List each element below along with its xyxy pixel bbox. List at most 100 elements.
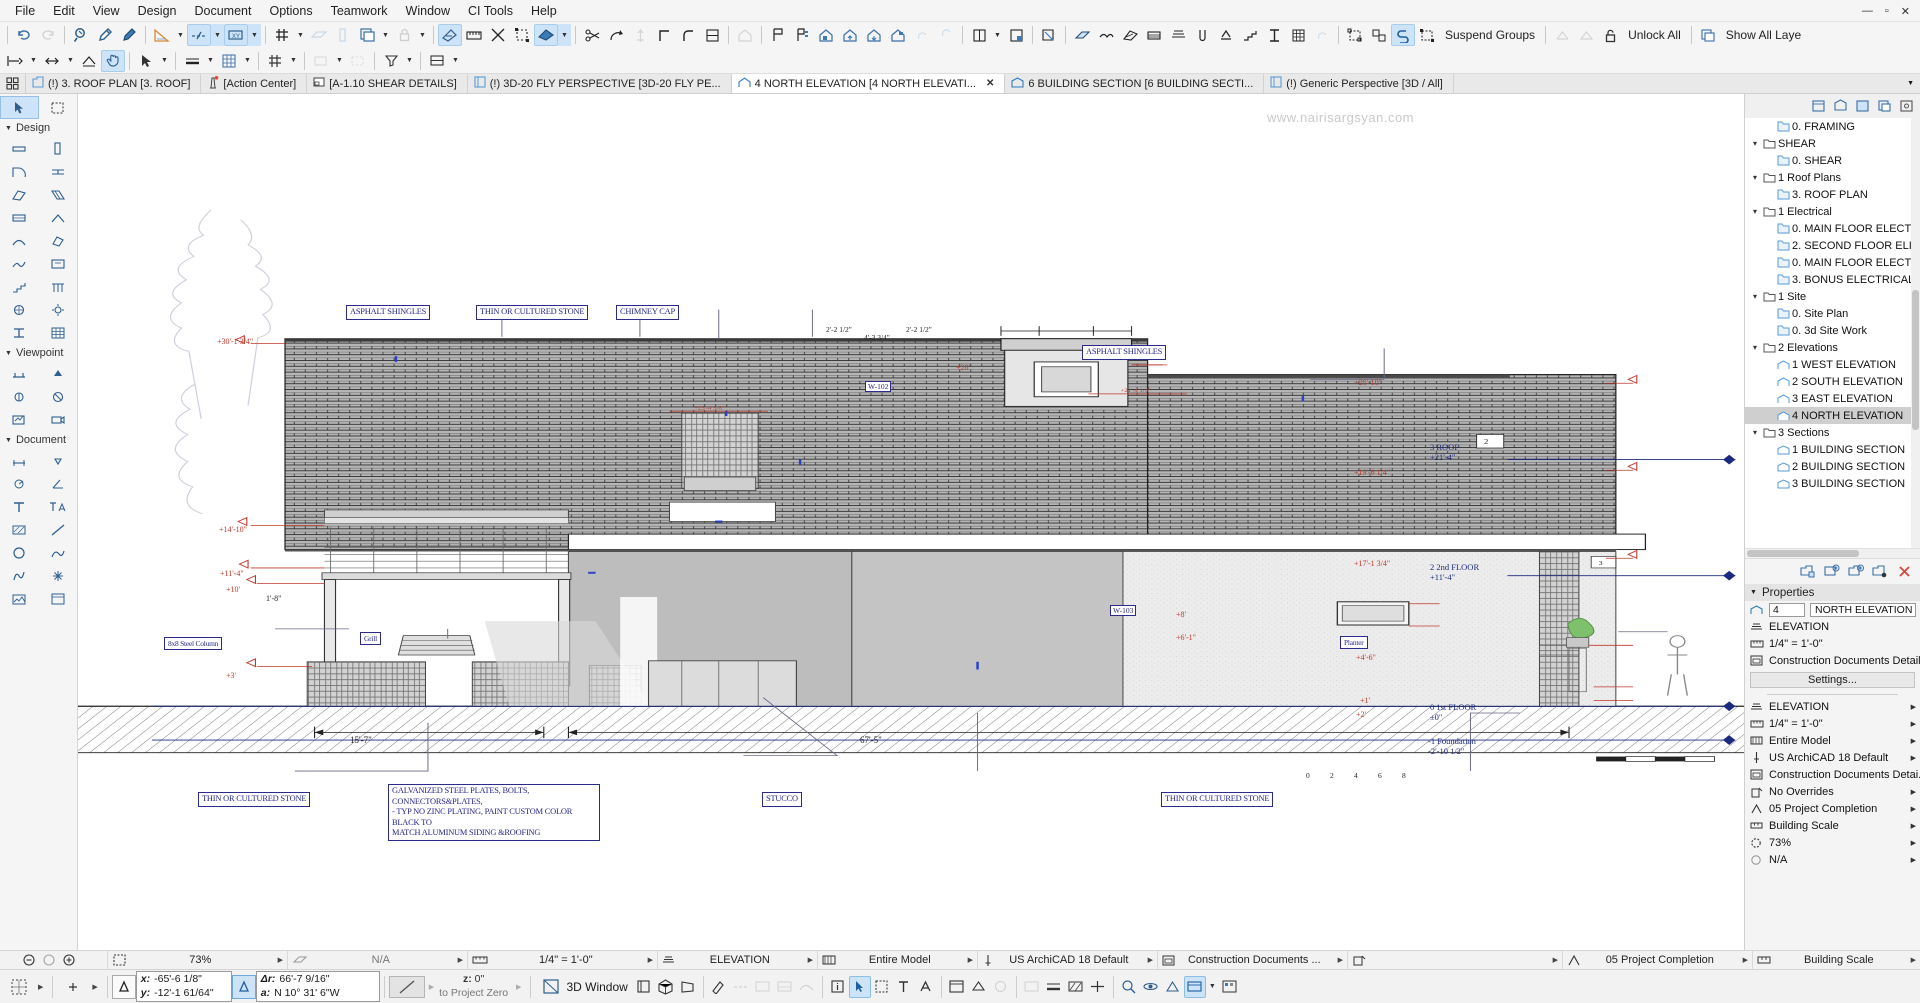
snap-guide-icon[interactable] — [8, 976, 30, 998]
arrow-left-step-icon[interactable] — [3, 50, 27, 72]
tree-item-0-3d-site-work[interactable]: 0. 3d Site Work — [1745, 322, 1920, 339]
tool-elevation-icon[interactable] — [39, 362, 78, 385]
tool-polyline-icon[interactable] — [39, 541, 78, 564]
selection-tool-icon[interactable] — [848, 975, 871, 998]
tool-slab-icon[interactable] — [1142, 24, 1166, 46]
tab-generic-perspective[interactable]: (!) Generic Perspective [3D / All] — [1264, 74, 1454, 93]
tree-item-3-roof-plan[interactable]: 3. ROOF PLAN — [1745, 186, 1920, 203]
tool-roof-icon[interactable] — [1094, 24, 1118, 46]
tool-circle-icon[interactable] — [0, 541, 39, 564]
chevron-right-icon[interactable]: ▶ — [1911, 856, 1920, 864]
fill-display-icon[interactable] — [1065, 976, 1087, 998]
grid-toggle-dropdown-icon[interactable]: ▼ — [287, 50, 300, 72]
quick-options-dropdown-icon[interactable]: ▼ — [1206, 976, 1219, 998]
delete-icon[interactable] — [1894, 562, 1914, 582]
true-line-weight-icon[interactable] — [1043, 976, 1065, 998]
angle-guide-dropdown-icon[interactable]: ▼ — [174, 24, 187, 46]
graphic-override-dropdown-icon[interactable]: ▼ — [449, 50, 462, 72]
chevron-right-icon[interactable]: ▶ — [425, 983, 434, 991]
hide-elements-icon[interactable] — [1550, 24, 1574, 46]
note-callout[interactable]: ASPHALT SHINGLES — [346, 305, 431, 320]
story-down-icon[interactable] — [814, 24, 838, 46]
fill-pattern-icon[interactable] — [752, 976, 774, 998]
merge-icon[interactable] — [700, 24, 724, 46]
tab-grid-icon[interactable] — [0, 74, 26, 93]
slope-field[interactable] — [388, 975, 425, 998]
tab-fly-perspective[interactable]: (!) 3D-20 FLY PERSPECTIVE [3D-20 FLY PE.… — [467, 74, 732, 93]
story-top-icon[interactable] — [886, 24, 910, 46]
adjust-icon[interactable] — [604, 24, 628, 46]
xy-coordinate-display[interactable]: x: -65'-6 1/8" y: -12'-1 61/64" — [135, 971, 232, 1002]
tree-item-shear[interactable]: ▾ SHEAR — [1745, 135, 1920, 152]
menu-item-design[interactable]: Design — [129, 2, 186, 20]
explore-icon[interactable] — [1162, 976, 1184, 998]
tool-skylight-icon[interactable] — [0, 183, 39, 206]
measure-tool-icon[interactable] — [69, 24, 93, 46]
lock-dropdown-icon[interactable]: ▼ — [416, 24, 429, 46]
chevron-right-icon[interactable]: ▶ — [1911, 754, 1920, 762]
property-row-us-archicad-18-default[interactable]: US ArchiCAD 18 Default ▶ — [1745, 749, 1920, 766]
tab-north-elevation[interactable]: 4 NORTH ELEVATION [4 NORTH ELEVATI... ✕ — [731, 74, 1006, 93]
tool-text-icon[interactable] — [0, 495, 39, 518]
tab-roof-plan[interactable]: (!) 3. ROOF PLAN [3. ROOF] — [26, 74, 202, 93]
chevron-right-icon[interactable]: ▶ — [1911, 703, 1920, 711]
toolbox-section-design[interactable]: ▼ Design — [0, 119, 77, 137]
chevron-down-icon[interactable]: ▾ — [1749, 207, 1761, 216]
slab-display-icon[interactable] — [307, 24, 331, 46]
model-filter-combo[interactable]: Entire Model ▶ — [818, 950, 978, 970]
tool-column-icon[interactable] — [1190, 24, 1214, 46]
tool-line-icon[interactable] — [39, 518, 78, 541]
show-all-layers-icon[interactable] — [1696, 24, 1720, 46]
suspend-groups-toggle-icon[interactable] — [1391, 24, 1415, 46]
chevron-right-icon[interactable]: ▶ — [1739, 956, 1748, 964]
fillet-icon[interactable] — [676, 24, 700, 46]
coordinate-origin-icon[interactable]: XY — [224, 24, 248, 46]
navigator-settings-icon[interactable] — [1896, 96, 1916, 116]
group-select-icon[interactable] — [510, 24, 534, 46]
tree-item-3-east-elevation[interactable]: 3 EAST ELEVATION — [1745, 390, 1920, 407]
layer-combo[interactable]: N/A ▶ — [288, 950, 468, 970]
element-info-icon[interactable] — [827, 976, 849, 998]
window-tile-dropdown-icon[interactable]: ▼ — [991, 24, 1004, 46]
tab-building-section[interactable]: 6 BUILDING SECTION [6 BUILDING SECTI... — [1005, 74, 1265, 93]
drawing-canvas[interactable]: www.nairisargsyan.com 2 3 +23'-4 3/8" +2… — [78, 94, 1744, 950]
properties-header[interactable]: ▼ Properties — [1745, 584, 1920, 601]
override-combo[interactable]: ▶ — [1348, 950, 1563, 970]
text-style-icon[interactable] — [893, 976, 915, 998]
chevron-down-icon[interactable]: ▼ — [1907, 80, 1914, 87]
trace-compare-icon[interactable] — [346, 50, 370, 72]
minimize-icon[interactable]: — — [1862, 5, 1873, 17]
chevron-right-icon[interactable]: ▶ — [1549, 956, 1558, 964]
grid-dropdown-icon[interactable]: ▼ — [294, 24, 307, 46]
orbit-icon[interactable] — [1140, 976, 1162, 998]
tool-stair-icon[interactable] — [0, 275, 39, 298]
tool-level-dimension-icon[interactable] — [39, 449, 78, 472]
note-callout[interactable]: ASPHALT SHINGLES — [1082, 345, 1167, 360]
tool-door-icon[interactable] — [0, 160, 39, 183]
3d-dropdown-icon[interactable]: ▼ — [558, 24, 571, 46]
chevron-down-icon[interactable]: ▾ — [1749, 292, 1761, 301]
tool-section-icon[interactable] — [0, 362, 39, 385]
tool-stair-icon[interactable] — [1238, 24, 1262, 46]
tree-item-0-main-floor-elect[interactable]: 0. MAIN FLOOR ELECT — [1745, 254, 1920, 271]
menu-item-edit[interactable]: Edit — [44, 2, 84, 20]
note-callout[interactable]: CHIMNEY CAP — [616, 305, 679, 320]
note-callout-galvanized[interactable]: GALVANIZED STEEL PLATES, BOLTS, CONNECTO… — [388, 784, 600, 841]
chevron-right-icon[interactable]: ▶ — [512, 983, 521, 991]
navigator-tree[interactable]: 0. FRAMING ▾ SHEAR 0. SHEAR ▾ 1 Roof Plans 3. … — [1745, 118, 1920, 548]
elevation-name-field[interactable]: NORTH ELEVATION — [1810, 602, 1916, 617]
surface-icon[interactable] — [796, 976, 818, 998]
tool-arrow-icon[interactable] — [0, 96, 39, 119]
chevron-right-icon[interactable]: ▶ — [1334, 956, 1343, 964]
3d-view-icon[interactable] — [534, 24, 558, 46]
3d-window-icon[interactable] — [540, 976, 562, 998]
tree-horizontal-scrollbar[interactable] — [1745, 548, 1920, 558]
note-callout[interactable]: Planter — [1340, 636, 1368, 650]
publish-icon[interactable] — [1037, 24, 1061, 46]
tree-item-2-south-elevation[interactable]: 2 SOUTH ELEVATION — [1745, 373, 1920, 390]
penset-combo[interactable]: US ArchiCAD 18 Default ▶ — [978, 950, 1158, 970]
lock-icon[interactable] — [392, 24, 416, 46]
note-callout[interactable]: 8x8 Steel Column — [164, 637, 223, 651]
tool-morph-icon[interactable] — [39, 229, 78, 252]
chevron-right-icon[interactable]: ▶ — [1911, 788, 1920, 796]
